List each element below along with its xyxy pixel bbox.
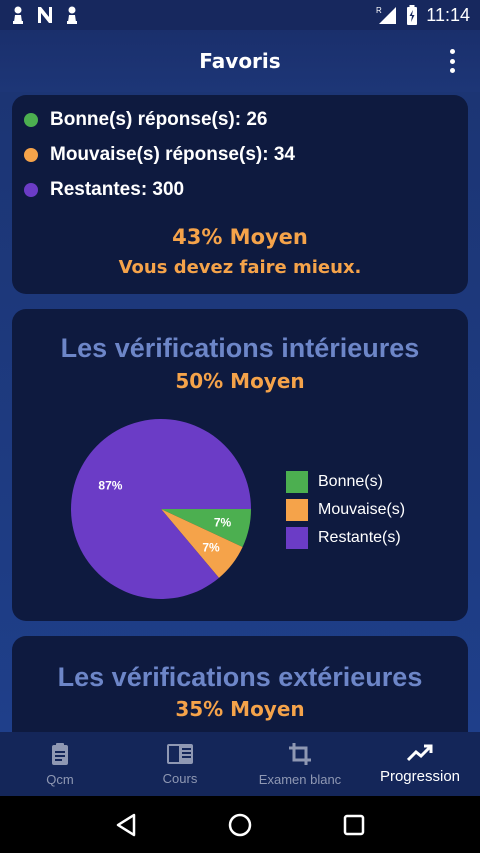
chess-pawn-icon	[67, 6, 77, 24]
pie-legend-label: Restante(s)	[318, 529, 401, 546]
pie-chart: 7% 7% 87%	[71, 419, 252, 599]
pie-slice-label: 7%	[202, 540, 220, 554]
clock: 11:14	[426, 4, 470, 25]
nav-label: Examen blanc	[258, 771, 342, 787]
nav-item-progression[interactable]: Progression	[360, 732, 480, 796]
nav-label: Qcm	[46, 771, 74, 787]
pie-legend-label: Mouvaise(s)	[318, 501, 406, 518]
n-logo-icon	[38, 7, 52, 23]
legend-correct: Bonne(s) réponse(s): 26	[24, 109, 267, 131]
category-card[interactable]: Les vérifications extérieures 35% Moyen	[12, 636, 468, 732]
pie-legend-item: Bonne(s)	[286, 468, 405, 496]
summary-message: Vous devez faire mieux.	[118, 257, 362, 278]
legend-remaining: Restantes: 300	[24, 179, 184, 201]
category-score: 35% Moyen	[175, 697, 305, 721]
system-nav	[0, 796, 480, 853]
crop-icon	[289, 742, 311, 765]
pie-slice-label: 7%	[214, 516, 232, 530]
summary-card: Bonne(s) réponse(s): 26 Mouvaise(s) répo…	[12, 95, 468, 294]
bottom-nav: Qcm Cours Examen blanc Progression	[0, 732, 480, 796]
signal-badge: R	[376, 6, 382, 15]
category-title: Les vérifications extérieures	[57, 662, 423, 692]
category-card[interactable]: Les vérifications intérieures 50% Moyen …	[12, 309, 468, 621]
menu-dot	[449, 68, 455, 73]
legend-dot	[24, 148, 38, 162]
summary-score: 43% Moyen	[172, 225, 308, 249]
category-score: 50% Moyen	[175, 369, 305, 393]
battery-charging-icon	[407, 5, 418, 25]
legend-label: Restantes: 300	[50, 179, 185, 200]
legend-label: Mouvaise(s) réponse(s): 34	[50, 144, 295, 165]
menu-dot	[449, 58, 455, 64]
pie-legend-item: Mouvaise(s)	[286, 496, 405, 524]
menu-dot	[449, 49, 455, 54]
legend-swatch	[286, 499, 308, 521]
category-title: Les vérifications intérieures	[60, 333, 420, 363]
nav-item-cours[interactable]: Cours	[120, 732, 240, 796]
signal-icon: R	[376, 6, 397, 24]
pie-legend-item: Restante(s)	[286, 524, 405, 552]
pie-slice-label: 87%	[98, 478, 122, 492]
pie-legend-label: Bonne(s)	[318, 473, 383, 490]
nav-label: Cours	[162, 770, 198, 786]
back-icon[interactable]	[115, 813, 137, 837]
nav-label: Progression	[379, 767, 461, 785]
recents-icon[interactable]	[343, 814, 365, 836]
legend-dot	[24, 183, 38, 197]
legend-label: Bonne(s) réponse(s): 26	[50, 109, 268, 130]
nav-item-examen-blanc[interactable]: Examen blanc	[240, 732, 360, 796]
trending-up-icon	[407, 744, 433, 761]
page-title: Favoris	[199, 49, 281, 73]
progress-list[interactable]: Bonne(s) réponse(s): 26 Mouvaise(s) répo…	[0, 92, 480, 732]
app-bar: Favoris	[0, 30, 480, 92]
home-icon[interactable]	[228, 813, 252, 837]
clipboard-icon	[52, 742, 68, 765]
status-bar: R 11:14	[0, 0, 480, 30]
legend-dot	[24, 113, 38, 127]
book-icon	[167, 743, 193, 764]
legend-wrong: Mouvaise(s) réponse(s): 34	[24, 144, 295, 166]
nav-item-qcm[interactable]: Qcm	[0, 732, 120, 796]
legend-swatch	[286, 527, 308, 549]
more-vert-icon[interactable]	[442, 49, 462, 73]
chess-pawn-icon	[13, 6, 23, 24]
legend-swatch	[286, 471, 308, 493]
pie-legend: Bonne(s) Mouvaise(s) Restante(s)	[286, 468, 405, 552]
